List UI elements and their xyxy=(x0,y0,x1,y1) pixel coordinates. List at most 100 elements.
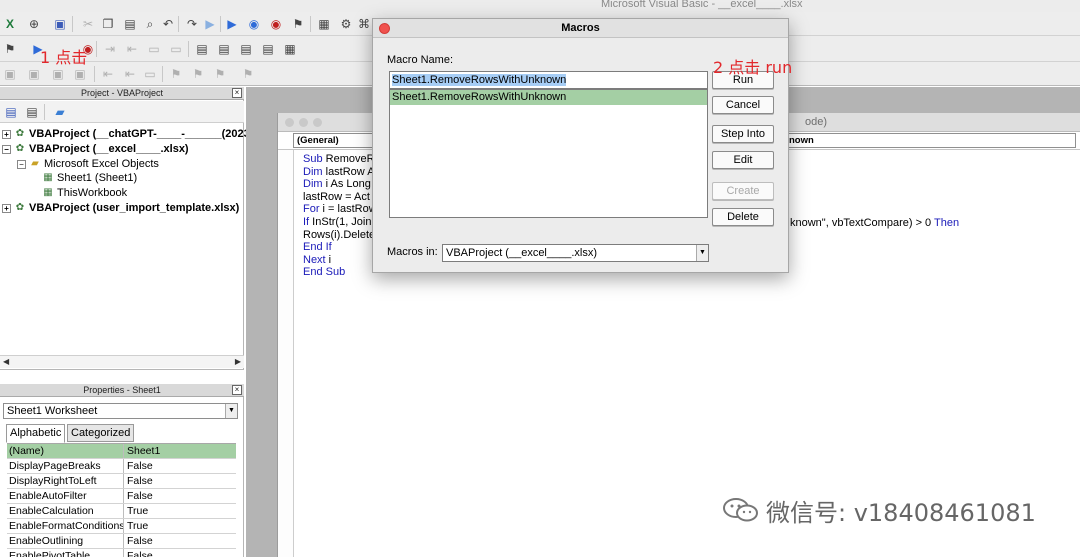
property-value[interactable]: False xyxy=(124,549,236,557)
tree-item[interactable]: ▦ ThisWorkbook xyxy=(32,186,127,200)
locals-window-icon[interactable]: ▤ xyxy=(216,41,232,57)
tab-categorized[interactable]: Categorized xyxy=(67,424,135,442)
property-row[interactable]: EnableOutlining False xyxy=(7,534,236,549)
property-row[interactable]: DisplayRightToLeft False xyxy=(7,474,236,489)
toggle-breakpoint-icon[interactable]: ▭ xyxy=(142,66,158,82)
property-row[interactable]: EnableFormatConditions True xyxy=(7,519,236,534)
collapse-icon[interactable]: − xyxy=(2,144,11,154)
insert-module-icon[interactable]: ⊕ xyxy=(26,16,42,32)
macro-list-item[interactable]: Sheet1.RemoveRowsWithUnknown xyxy=(390,90,707,105)
close-window-icon[interactable] xyxy=(285,118,294,127)
comment-icon[interactable]: ▭ xyxy=(146,41,162,57)
immediate-window-icon[interactable]: ▤ xyxy=(194,41,210,57)
tree-item[interactable]: + ✿ VBAProject (__chatGPT-____-______(2023… xyxy=(2,127,256,141)
list-properties-icon[interactable]: ▣ xyxy=(2,66,18,82)
scroll-right-icon[interactable]: ▶ xyxy=(235,357,241,366)
tree-item[interactable]: − ✿ VBAProject (__excel____.xlsx) xyxy=(2,142,189,156)
project-horizontal-scrollbar[interactable]: ◀ ▶ xyxy=(0,355,244,368)
property-row[interactable]: (Name) Sheet1 xyxy=(7,444,236,459)
uncomment-icon[interactable]: ▭ xyxy=(168,41,184,57)
create-button[interactable]: Create xyxy=(712,182,774,200)
toolbox-icon[interactable]: ▦ xyxy=(282,41,298,57)
view-code-icon[interactable]: ▤ xyxy=(3,104,19,120)
property-row[interactable]: DisplayPageBreaks False xyxy=(7,459,236,474)
list-constants-icon[interactable]: ▣ xyxy=(26,66,42,82)
tree-item[interactable]: − ▰ Microsoft Excel Objects xyxy=(17,157,159,171)
indent-icon[interactable]: ⇥ xyxy=(102,41,118,57)
property-row[interactable]: EnablePivotTable False xyxy=(7,549,236,557)
prev-bookmark-icon[interactable]: ⚑ xyxy=(212,66,228,82)
clear-bookmarks-icon[interactable]: ⚑ xyxy=(240,66,256,82)
parameter-info-icon[interactable]: ▣ xyxy=(72,66,88,82)
undo-icon[interactable]: ↶ xyxy=(160,16,176,32)
object-browser-icon[interactable]: ⌘ xyxy=(356,16,372,32)
copy-icon[interactable]: ❐ xyxy=(100,16,116,32)
find-icon[interactable]: ⌕ xyxy=(142,16,158,32)
property-value[interactable]: False xyxy=(124,534,236,548)
property-row[interactable]: EnableCalculation True xyxy=(7,504,236,519)
quick-info-icon[interactable]: ▣ xyxy=(50,66,66,82)
tree-item[interactable]: ▦ Sheet1 (Sheet1) xyxy=(32,171,137,185)
property-value[interactable]: False xyxy=(124,459,236,473)
macros-in-select[interactable]: VBAProject (__excel____.xlsx) ▼ xyxy=(442,244,709,262)
sheet-icon: ▦ xyxy=(43,187,53,198)
excel-icon[interactable]: X xyxy=(2,16,18,32)
bookmark-icon[interactable]: ⚑ xyxy=(168,66,184,82)
chevron-down-icon[interactable]: ▼ xyxy=(225,404,237,418)
property-value[interactable]: True xyxy=(124,519,236,533)
tree-item-label: Microsoft Excel Objects xyxy=(44,158,159,170)
property-value[interactable]: Sheet1 xyxy=(124,444,236,458)
complete-word-icon[interactable]: ⇤ xyxy=(100,66,116,82)
delete-button[interactable]: Delete xyxy=(712,208,774,226)
cancel-button[interactable]: Cancel xyxy=(712,96,774,114)
code-line: End If xyxy=(303,241,332,254)
close-icon[interactable] xyxy=(379,23,390,34)
properties-window-icon[interactable]: ⚙ xyxy=(338,16,354,32)
run-icon[interactable]: ▶ xyxy=(224,16,240,32)
reset-icon[interactable]: ◉ xyxy=(268,16,284,32)
cut-icon[interactable]: ✂ xyxy=(80,16,96,32)
close-icon[interactable]: × xyxy=(232,385,242,395)
toggle-folders-icon[interactable]: ▰ xyxy=(52,104,68,120)
expand-icon[interactable]: + xyxy=(2,129,11,139)
properties-panel: Properties - Sheet1 × Sheet1 Worksheet ▼… xyxy=(0,384,244,557)
call-stack-icon[interactable]: ▤ xyxy=(260,41,276,57)
chevron-down-icon[interactable]: ▼ xyxy=(696,245,708,261)
code-line: Next i xyxy=(303,254,331,267)
property-value[interactable]: False xyxy=(124,474,236,488)
tab-alphabetic[interactable]: Alphabetic xyxy=(6,424,66,443)
zoom-window-icon[interactable] xyxy=(313,118,322,127)
break-icon[interactable]: ◉ xyxy=(246,16,262,32)
property-value[interactable]: False xyxy=(124,489,236,503)
redo-icon[interactable]: ↷ xyxy=(184,16,200,32)
property-value[interactable]: True xyxy=(124,504,236,518)
procedure-combo[interactable]: nown xyxy=(786,133,1076,148)
save-icon[interactable]: ▣ xyxy=(52,16,68,32)
design-mode-icon[interactable]: ⚑ xyxy=(290,16,306,32)
expand-icon[interactable]: + xyxy=(2,203,11,213)
step-icon[interactable]: ▶ xyxy=(202,16,218,32)
code-keyword: End Sub xyxy=(303,266,346,279)
design-icon[interactable]: ⚑ xyxy=(2,41,18,57)
macro-name-input[interactable]: Sheet1.RemoveRowsWithUnknown xyxy=(389,71,708,89)
paste-icon[interactable]: ▤ xyxy=(122,16,138,32)
close-icon[interactable]: × xyxy=(232,88,242,98)
step-into-button[interactable]: Step Into xyxy=(712,125,774,143)
edit-button[interactable]: Edit xyxy=(712,151,774,169)
minimize-window-icon[interactable] xyxy=(299,118,308,127)
outdent-icon[interactable]: ⇤ xyxy=(124,41,140,57)
outdent-block-icon[interactable]: ⇤ xyxy=(122,66,138,82)
next-bookmark-icon[interactable]: ⚑ xyxy=(190,66,206,82)
code-text: i As Long xyxy=(322,178,371,191)
scroll-left-icon[interactable]: ◀ xyxy=(3,357,9,366)
project-explorer-icon[interactable]: ▦ xyxy=(316,16,332,32)
macro-list[interactable]: Sheet1.RemoveRowsWithUnknown xyxy=(389,89,708,218)
collapse-icon[interactable]: − xyxy=(17,159,26,169)
view-object-icon[interactable]: ▤ xyxy=(24,104,40,120)
object-combo[interactable]: (General) xyxy=(293,133,373,148)
property-row[interactable]: EnableAutoFilter False xyxy=(7,489,236,504)
tree-item[interactable]: + ✿ VBAProject (user_import_template.xlsx) xyxy=(2,201,239,215)
properties-object-select[interactable]: Sheet1 Worksheet ▼ xyxy=(3,403,238,419)
dialog-title-bar: Macros xyxy=(373,19,788,38)
watch-window-icon[interactable]: ▤ xyxy=(238,41,254,57)
